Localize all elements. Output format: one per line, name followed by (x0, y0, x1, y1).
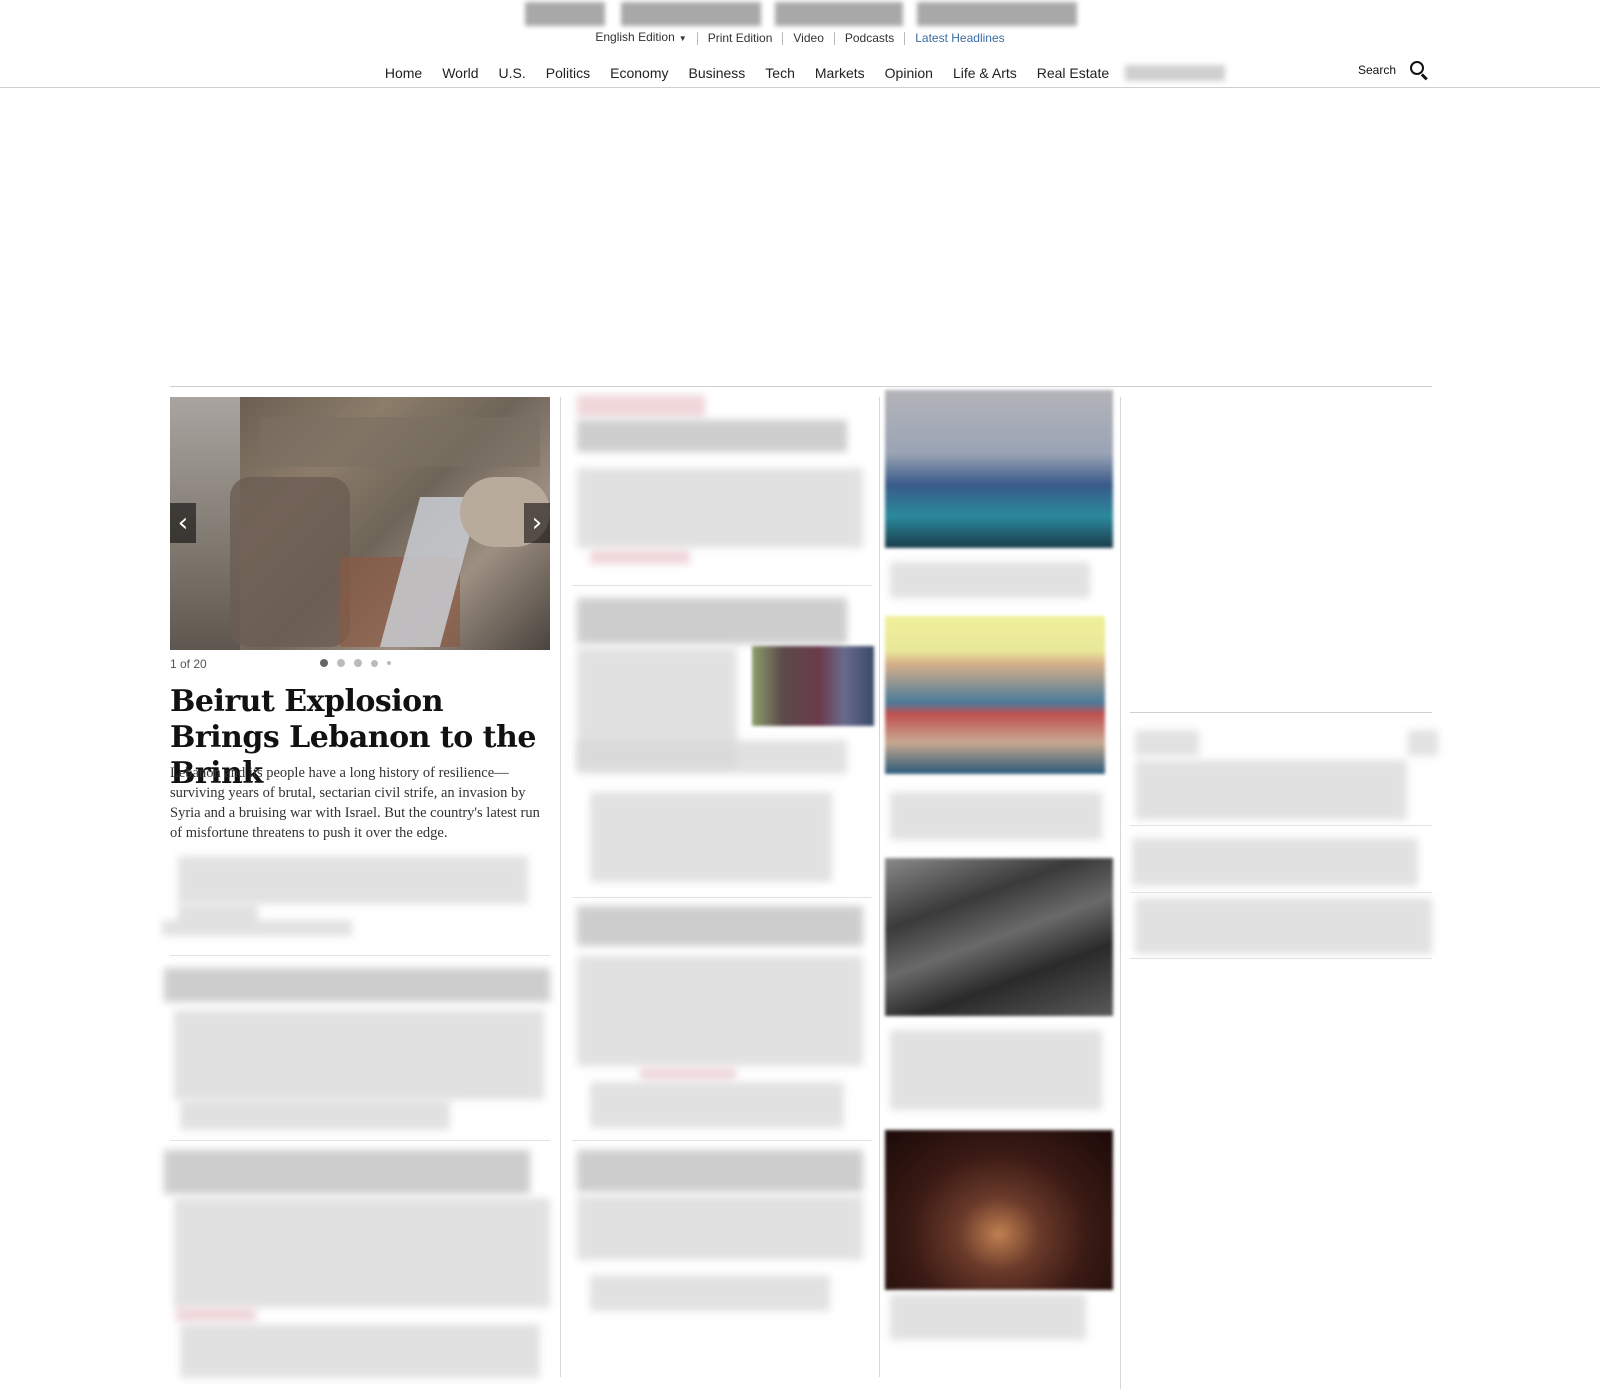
slide-meta: 1 of 20 (170, 657, 550, 671)
print-edition-link[interactable]: Print Edition (696, 31, 783, 45)
story-thumbnail[interactable] (885, 390, 1113, 548)
nav-politics[interactable]: Politics (546, 65, 590, 81)
story-redacted[interactable] (577, 906, 863, 946)
story-redacted[interactable] (174, 1010, 544, 1100)
lead-photo-carousel[interactable]: ‹ › (170, 397, 550, 650)
search-button[interactable]: Search (1358, 59, 1430, 81)
story-thumbnail[interactable] (885, 858, 1113, 1016)
nav-world[interactable]: World (442, 65, 478, 81)
story-byline-redacted (590, 792, 832, 882)
story-byline-redacted (590, 1082, 844, 1128)
carousel-dot[interactable] (371, 659, 378, 667)
story-redacted[interactable] (577, 420, 847, 452)
story-divider (572, 1140, 872, 1141)
story-redacted[interactable] (164, 1150, 530, 1194)
rail-divider (1130, 892, 1432, 893)
slide-counter: 1 of 20 (170, 657, 207, 671)
story-byline-redacted (180, 1100, 450, 1130)
search-icon (1408, 59, 1430, 81)
nav-business[interactable]: Business (688, 65, 745, 81)
column-divider (1120, 397, 1121, 1389)
video-link[interactable]: Video (782, 31, 833, 45)
story-redacted[interactable] (577, 740, 847, 774)
column-divider (879, 397, 880, 1377)
story-redacted[interactable] (890, 1294, 1086, 1340)
story-divider (572, 897, 872, 898)
edition-bar: English Edition ▼ Print Edition Video Pod… (0, 31, 1600, 45)
carousel-dot[interactable] (354, 659, 362, 667)
story-redacted[interactable] (890, 562, 1090, 598)
story-redacted[interactable] (174, 1198, 550, 1308)
rail-tag-redacted (1135, 730, 1199, 756)
podcasts-link[interactable]: Podcasts (833, 31, 904, 45)
lead-summary: Lebanon and its people have a long histo… (170, 765, 540, 841)
nav-life-arts[interactable]: Life & Arts (953, 65, 1017, 81)
masthead-logo[interactable] (525, 0, 1077, 28)
story-redacted[interactable] (577, 468, 863, 548)
story-byline-redacted (162, 920, 352, 936)
nav-item-redacted[interactable] (1125, 65, 1226, 81)
story-redacted[interactable] (577, 956, 863, 1066)
header-divider (0, 87, 1600, 88)
nav-tech[interactable]: Tech (765, 65, 795, 81)
rail-divider (1130, 712, 1432, 713)
carousel-dot[interactable] (320, 659, 328, 667)
story-divider (170, 955, 550, 956)
nav-us[interactable]: U.S. (499, 65, 526, 81)
carousel-dots[interactable] (320, 659, 400, 667)
rail-item-redacted[interactable] (1135, 760, 1407, 820)
story-byline-redacted (180, 1324, 540, 1378)
section-divider (170, 386, 1432, 387)
nav-real-estate[interactable]: Real Estate (1037, 65, 1109, 81)
column-divider (560, 397, 561, 1377)
rail-divider (1130, 825, 1432, 826)
nav-home[interactable]: Home (385, 65, 422, 81)
story-byline-redacted (590, 1275, 830, 1311)
story-divider (170, 1140, 550, 1141)
story-redacted[interactable] (890, 1030, 1102, 1110)
nav-opinion[interactable]: Opinion (885, 65, 933, 81)
rail-item-redacted[interactable] (1135, 898, 1432, 954)
story-byline-redacted (590, 550, 690, 564)
caret-down-icon: ▼ (678, 34, 687, 43)
story-tag-redacted (577, 395, 705, 417)
search-label: Search (1357, 63, 1396, 77)
story-redacted[interactable] (577, 1150, 863, 1192)
story-redacted[interactable] (164, 968, 550, 1002)
story-tag-redacted (176, 1308, 256, 1322)
story-redacted[interactable] (577, 598, 847, 644)
story-divider (572, 585, 872, 586)
latest-headlines-link[interactable]: Latest Headlines (904, 31, 1014, 45)
nav-markets[interactable]: Markets (815, 65, 865, 81)
rail-divider (1130, 958, 1432, 959)
story-tag-redacted (640, 1068, 736, 1080)
story-thumbnail[interactable] (885, 616, 1105, 774)
story-redacted[interactable] (577, 1196, 863, 1260)
chevron-right-icon[interactable]: › (524, 503, 550, 543)
carousel-dot[interactable] (337, 659, 345, 667)
nav-economy[interactable]: Economy (610, 65, 668, 81)
chevron-left-icon[interactable]: ‹ (170, 503, 196, 543)
edition-select[interactable]: English Edition ▼ (585, 31, 696, 45)
rail-item-redacted[interactable] (1132, 838, 1418, 886)
story-redacted[interactable] (890, 792, 1102, 840)
carousel-dot[interactable] (387, 661, 391, 665)
rail-tag-redacted (1408, 730, 1438, 756)
story-redacted[interactable] (178, 856, 528, 904)
story-thumbnail[interactable] (752, 646, 874, 726)
story-thumbnail[interactable] (885, 1130, 1113, 1290)
